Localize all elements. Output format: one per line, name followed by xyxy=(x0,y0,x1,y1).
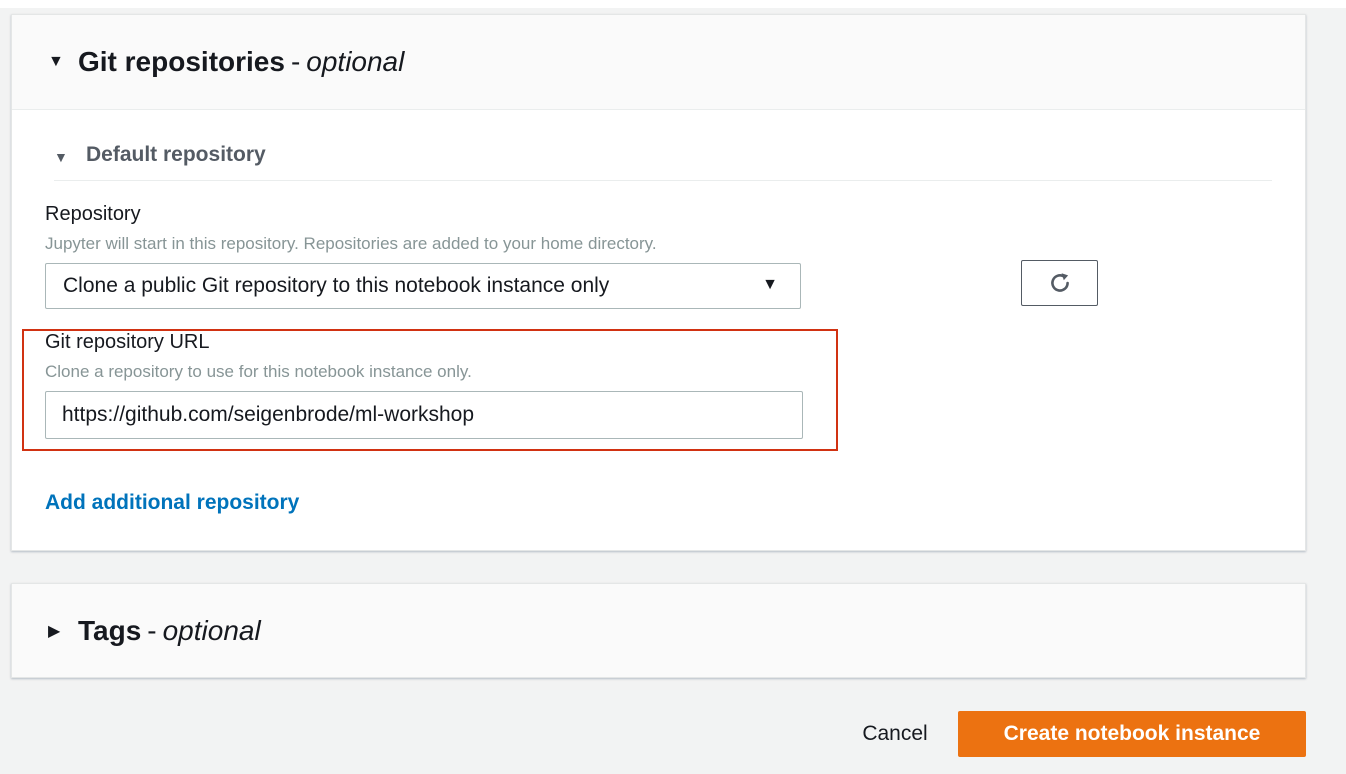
tags-title: Tags xyxy=(78,614,142,646)
refresh-button[interactable] xyxy=(1021,260,1098,306)
repository-hint: Jupyter will start in this repository. R… xyxy=(45,234,657,253)
default-repository-header[interactable]: ▼ Default repository xyxy=(54,143,1272,181)
default-repository-title: Default repository xyxy=(86,143,266,166)
refresh-icon xyxy=(1050,273,1069,292)
git-repositories-panel: ▼ Git repositories - optional ▼ Default … xyxy=(11,14,1306,551)
caret-down-icon: ▼ xyxy=(54,149,68,165)
caret-right-icon: ▶ xyxy=(48,622,61,640)
git-repositories-header[interactable]: ▼ Git repositories - optional xyxy=(12,15,1305,110)
tags-header[interactable]: ▶ Tags - optional xyxy=(12,584,1305,677)
create-notebook-instance-button[interactable]: Create notebook instance xyxy=(958,711,1306,757)
title-separator: - xyxy=(290,46,301,77)
caret-down-icon: ▼ xyxy=(762,276,778,293)
repository-select[interactable]: Clone a public Git repository to this no… xyxy=(45,263,801,309)
add-additional-repository-link[interactable]: Add additional repository xyxy=(45,491,299,515)
repository-select-value: Clone a public Git repository to this no… xyxy=(63,274,610,297)
top-strip xyxy=(0,0,1346,8)
optional-label: optional xyxy=(162,614,261,646)
cancel-button[interactable]: Cancel xyxy=(845,711,945,757)
git-url-input[interactable] xyxy=(45,391,803,439)
git-repositories-title: Git repositories xyxy=(78,46,285,77)
title-separator: - xyxy=(147,614,157,646)
git-url-hint: Clone a repository to use for this noteb… xyxy=(45,362,472,381)
git-url-label: Git repository URL xyxy=(45,331,210,353)
repository-label: Repository xyxy=(45,203,141,225)
caret-down-icon: ▼ xyxy=(48,53,64,70)
tags-panel: ▶ Tags - optional xyxy=(11,583,1306,678)
optional-label: optional xyxy=(306,46,405,77)
